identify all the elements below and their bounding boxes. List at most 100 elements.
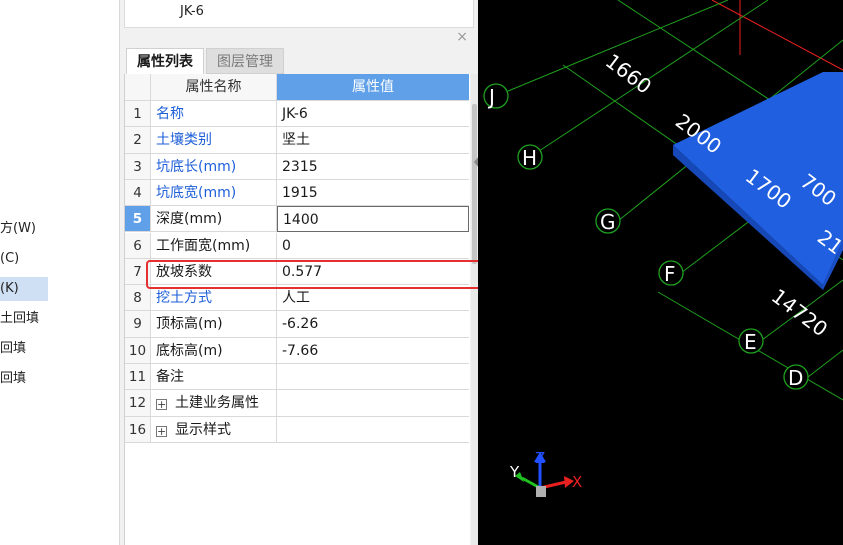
viewport-canvas: J H G F E D 1660 2000 1700 700 21 14720 (483, 0, 843, 497)
property-value[interactable]: 人工 (277, 285, 469, 312)
gizmo-label-y: Y (509, 463, 520, 481)
property-group-name[interactable]: + 显示样式 (151, 416, 277, 443)
tree-item-label: (C) (0, 251, 20, 266)
row-number[interactable]: 3 (125, 153, 151, 180)
close-icon[interactable]: × (456, 30, 468, 44)
axis-label-d: D (788, 366, 803, 390)
component-list-item[interactable]: JK-6 (180, 4, 204, 19)
property-value (277, 417, 469, 443)
property-name: 坑底宽(mm) (151, 179, 277, 207)
tree-item-earthwork[interactable]: 方(W) (0, 217, 36, 241)
component-list: JK-6 (124, 0, 474, 28)
gizmo-label-x: X (572, 473, 582, 491)
tree-item-c[interactable]: (C) (0, 247, 19, 271)
axis-label-g: G (600, 210, 616, 234)
axis-bubble-g[interactable]: G (595, 208, 621, 234)
property-row: 1 名称 JK-6 (125, 101, 469, 128)
property-group-name[interactable]: + 土建业务属性 (151, 390, 277, 417)
row-number[interactable]: 2 (125, 127, 151, 154)
axis-label-j: J (487, 85, 495, 109)
property-value (277, 390, 469, 417)
row-number[interactable]: 8 (125, 285, 151, 312)
axis-bubble-f[interactable]: F (658, 260, 684, 286)
dimension-label: 1660 (601, 49, 656, 99)
row-number[interactable]: 12 (125, 390, 151, 417)
red-reference-line (711, 0, 843, 71)
tree-item-label: 方(W) (0, 221, 36, 236)
property-row: 9 顶标高(m) -6.26 (125, 311, 469, 338)
property-value[interactable]: -6.26 (277, 311, 469, 338)
property-group-label: 土建业务属性 (175, 395, 259, 412)
row-number[interactable]: 6 (125, 232, 151, 259)
highlight-annotation-box (146, 260, 535, 289)
property-value[interactable] (277, 364, 469, 391)
property-row-active: 5 深度(mm) 1400 (125, 206, 469, 233)
property-name: 工作面宽(mm) (151, 232, 277, 259)
property-row: 8 挖土方式 人工 (125, 285, 469, 312)
expand-icon[interactable]: + (156, 399, 167, 411)
property-name: 名称 (151, 101, 277, 128)
property-row: 11 备注 (125, 364, 469, 391)
axis-label-h: H (522, 146, 537, 170)
property-value[interactable]: -7.66 (277, 338, 469, 364)
property-grid: 属性名称 属性值 1 名称 JK-6 2 土壤类别 坚土 3 坑底长(mm) 2… (124, 74, 470, 545)
row-number[interactable]: 1 (125, 101, 151, 128)
property-row: 2 土壤类别 坚土 (125, 127, 469, 154)
grid-line-j (495, 0, 729, 97)
property-group-label: 显示样式 (175, 421, 231, 438)
property-name: 深度(mm) (151, 206, 277, 233)
property-row: 3 坑底长(mm) 2315 (125, 153, 469, 180)
property-row: 4 坑底宽(mm) 1915 (125, 179, 469, 207)
property-value-input[interactable]: 1400 (277, 206, 469, 233)
row-number[interactable]: 9 (125, 311, 151, 338)
row-number[interactable]: 11 (125, 364, 151, 391)
property-value[interactable]: 1915 (277, 180, 469, 207)
property-row: 10 底标高(m) -7.66 (125, 337, 469, 364)
row-number[interactable]: 5 (125, 206, 151, 233)
xyz-axis-gizmo: Z X Y (509, 449, 582, 497)
property-value[interactable]: 2315 (277, 154, 469, 180)
tree-item-label: 回填 (0, 371, 27, 386)
axis-bubble-d[interactable]: D (783, 364, 809, 390)
tree-item-backfill-1[interactable]: 土回填 (0, 307, 39, 331)
grid-header-name: 属性名称 (151, 74, 277, 101)
row-number[interactable]: 10 (125, 337, 151, 364)
tree-item-label: 回填 (0, 341, 27, 356)
tree-item-label: 土回填 (0, 311, 40, 326)
property-value[interactable]: JK-6 (277, 101, 469, 128)
property-name: 挖土方式 (151, 285, 277, 312)
row-number[interactable]: 4 (125, 179, 151, 207)
component-tree-panel: 方(W) (C) (K) 土回填 回填 回填 (0, 0, 120, 545)
property-row: 6 工作面宽(mm) 0 (125, 232, 469, 259)
tab-layer-management[interactable]: 图层管理 (206, 48, 284, 74)
property-name: 底标高(m) (151, 337, 277, 364)
axis-bubble-h[interactable]: H (517, 144, 543, 170)
axis-label-f: F (664, 262, 676, 286)
expand-icon[interactable]: + (156, 425, 167, 437)
property-name: 土壤类别 (151, 127, 277, 154)
property-name: 备注 (151, 364, 277, 391)
grid-header-number (125, 74, 151, 101)
grid-line-d (807, 349, 843, 378)
property-grid-scrollbar[interactable] (471, 74, 478, 545)
tree-item-label: (K) (0, 281, 19, 296)
gizmo-label-z: Z (535, 449, 545, 467)
3d-viewport[interactable]: J H G F E D 1660 2000 1700 700 21 14720 (478, 0, 843, 545)
property-value[interactable]: 0 (277, 233, 469, 259)
tree-item-backfill-3[interactable]: 回填 (0, 367, 26, 391)
property-name: 坑底长(mm) (151, 153, 277, 180)
tab-property-list[interactable]: 属性列表 (126, 48, 204, 74)
grid-header-value: 属性值 (277, 74, 469, 101)
scrollbar-thumb[interactable] (472, 104, 477, 264)
axis-bubble-j[interactable]: J (483, 83, 509, 109)
axis-bubble-e[interactable]: E (738, 328, 764, 354)
tree-item-foundation-pit[interactable]: (K) (0, 277, 48, 301)
tree-item-backfill-2[interactable]: 回填 (0, 337, 26, 361)
dimension-label: 14720 (767, 284, 832, 341)
row-number[interactable]: 16 (125, 416, 151, 443)
property-row-group: 12 + 土建业务属性 (125, 390, 469, 417)
property-row-group: 16 + 显示样式 (125, 416, 469, 443)
property-value[interactable]: 坚土 (277, 127, 469, 154)
property-name: 顶标高(m) (151, 311, 277, 338)
axis-label-e: E (744, 330, 757, 354)
